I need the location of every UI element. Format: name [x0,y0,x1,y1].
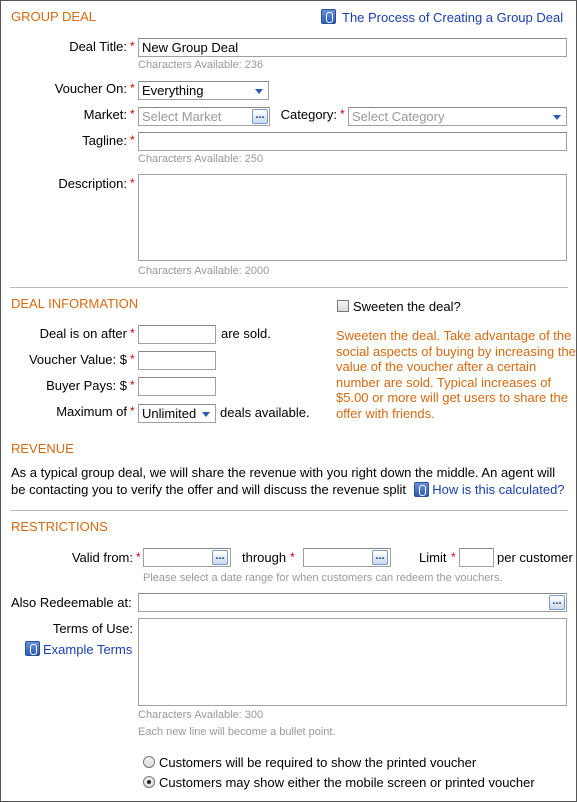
radio-mobile-or-printed[interactable] [143,776,155,788]
deal-title-label: Deal Title: [69,39,127,54]
sweeten-checkbox[interactable] [337,300,349,312]
limit-input[interactable] [459,548,494,567]
required-mark: * [130,133,135,147]
sweeten-description: Sweeten the deal. Take advantage of the … [336,328,576,421]
voucher-on-label: Voucher On: [54,81,127,96]
required-mark: * [130,326,135,340]
section-title-restrictions: RESTRICTIONS [11,519,108,534]
divider [10,510,568,511]
category-select[interactable]: Select Category [348,107,567,126]
through-label: through [242,550,287,565]
required-mark: * [290,550,295,564]
tagline-input[interactable] [138,132,567,151]
deal-on-after-label: Deal is on after [39,326,127,341]
voucher-on-select[interactable]: Everything [138,81,269,100]
market-input[interactable]: Select Market [138,107,270,126]
how-calculated-link[interactable]: How is this calculated? [432,482,564,497]
description-hint: Characters Available: 2000 [138,265,270,277]
date-range-hint: Please select a date range for when cust… [143,572,503,584]
voucher-value-input[interactable] [138,351,216,370]
process-link[interactable]: The Process of Creating a Group Deal [342,10,563,25]
required-mark: * [130,378,135,392]
terms-hint: Characters Available: 300 [138,709,264,721]
valid-from-label: Valid from: [71,550,133,565]
radio-printed-label: Customers will be required to show the p… [159,755,477,770]
deal-on-after-input[interactable] [138,325,216,344]
required-mark: * [130,107,135,121]
required-mark: * [136,550,141,564]
help-icon[interactable] [321,9,336,24]
required-mark: * [130,352,135,366]
are-sold-text: are sold. [221,326,271,341]
radio-mobile-label: Customers may show either the mobile scr… [159,775,535,790]
required-mark: * [340,107,345,121]
tagline-label: Tagline: [82,133,127,148]
chevron-down-icon [202,412,210,417]
bullet-hint: Each new line will become a bullet point… [138,726,336,738]
deals-available-text: deals available. [220,405,310,420]
required-mark: * [130,404,135,418]
example-terms-link[interactable]: Example Terms [43,642,132,657]
tagline-hint: Characters Available: 250 [138,153,264,165]
buyer-pays-input[interactable] [138,377,216,396]
also-redeemable-label: Also Redeemable at: [11,595,132,610]
terms-textarea[interactable] [138,618,567,706]
maximum-of-label: Maximum of [56,404,127,419]
market-label: Market: [83,107,127,122]
chevron-down-icon [553,115,561,120]
deal-title-input[interactable]: New Group Deal [138,38,567,57]
calendar-button[interactable]: ... [372,550,388,565]
maximum-value: Unlimited [142,406,197,421]
section-title-deal-information: DEAL INFORMATION [11,296,139,311]
category-label: Category: [280,107,337,122]
section-title-revenue: REVENUE [11,441,74,456]
required-mark: * [130,176,135,190]
group-deal-form: GROUP DEAL The Process of Creating a Gro… [0,0,577,802]
radio-printed-voucher[interactable] [143,756,155,768]
also-redeemable-input[interactable] [138,593,567,612]
terms-label: Terms of Use: [52,621,133,636]
limit-label: Limit [419,550,447,565]
description-label: Description: [58,176,127,191]
section-title-group-deal: GROUP DEAL [11,9,97,24]
voucher-on-value: Everything [142,83,204,98]
deal-title-hint: Characters Available: 236 [138,59,264,71]
sweeten-label: Sweeten the deal? [353,299,461,314]
buyer-pays-label: Buyer Pays: $ [46,378,127,393]
description-textarea[interactable] [138,174,567,261]
revenue-text: As a typical group deal, we will share t… [11,464,568,498]
location-picker-button[interactable]: ... [549,595,565,610]
voucher-value-label: Voucher Value: $ [28,352,127,367]
help-icon[interactable] [25,641,40,656]
market-picker-button[interactable]: ... [252,109,268,124]
per-customer-text: per customer [497,550,573,565]
required-mark: * [451,550,456,564]
required-mark: * [130,39,135,53]
help-icon[interactable] [413,482,429,497]
required-mark: * [130,81,135,95]
chevron-down-icon [255,89,263,94]
calendar-button[interactable]: ... [212,550,228,565]
divider [10,287,568,288]
